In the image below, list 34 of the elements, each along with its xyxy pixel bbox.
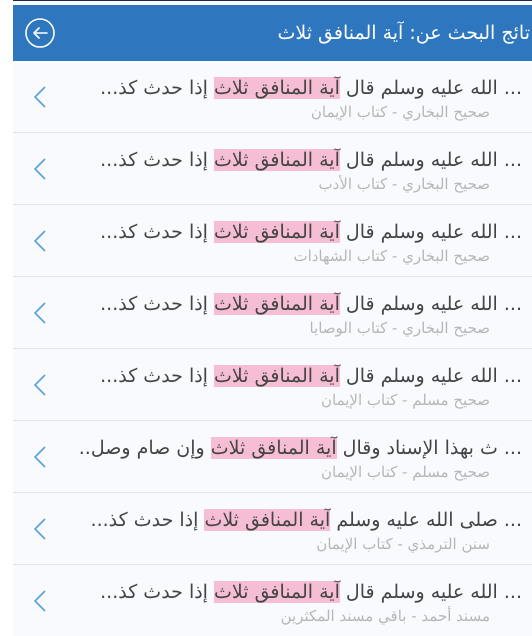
result-item[interactable]: ... الله عليه وسلم قال آية المنافق ثلاث إذا حدث كذ... صحيح مسلم - كتاب الإيمان <box>13 349 532 421</box>
result-snippet: ... الله عليه وسلم قال آية المنافق ثلاث إذا حدث كذ... <box>100 147 522 173</box>
result-item[interactable]: ... الله عليه وسلم قال آية المنافق ثلاث إذا حدث كذ... صحيح البخاري - كتاب الإيمان <box>13 61 532 133</box>
back-button[interactable] <box>24 17 56 49</box>
result-item[interactable]: ... الله عليه وسلم قال آية المنافق ثلاث إذا حدث كذ... مسند أحمد - باقي مسند المكثرين <box>13 565 532 636</box>
chevron-icon <box>34 158 46 180</box>
result-source: سنن الترمذي - كتاب الإيمان <box>316 534 490 552</box>
chevron-icon <box>34 302 46 324</box>
result-source: صحيح البخاري - كتاب الأدب <box>318 174 490 192</box>
result-item[interactable]: ... صلى الله عليه وسلم آية المنافق ثلاث إذا حدث كذ... سنن الترمذي - كتاب الإيمان <box>13 493 532 565</box>
result-snippet: ... الله عليه وسلم قال آية المنافق ثلاث إذا حدث كذ... <box>100 219 522 245</box>
result-source: صحيح البخاري - كتاب الوصايا <box>309 318 490 336</box>
result-source: صحيح مسلم - كتاب الإيمان <box>321 462 490 480</box>
page-title: تائج البحث عن: آية المنافق ثلاث <box>277 22 530 44</box>
result-source: صحيح مسلم - كتاب الإيمان <box>321 390 490 408</box>
chevron-icon <box>34 86 46 108</box>
result-snippet: ... الله عليه وسلم قال آية المنافق ثلاث إذا حدث كذ... <box>100 75 522 101</box>
result-source: صحيح البخاري - كتاب الإيمان <box>310 102 490 120</box>
result-item[interactable]: ... ث بهذا الإسناد وقال آية المنافق ثلاث وإن صام وصل.. صحيح مسلم - كتاب الإيمان <box>13 421 532 493</box>
result-item[interactable]: ... الله عليه وسلم قال آية المنافق ثلاث إذا حدث كذ... صحيح البخاري - كتاب الأدب <box>13 133 532 205</box>
result-snippet: ... الله عليه وسلم قال آية المنافق ثلاث إذا حدث كذ... <box>100 363 522 389</box>
result-item[interactable]: ... الله عليه وسلم قال آية المنافق ثلاث إذا حدث كذ... صحيح البخاري - كتاب الوصايا <box>13 277 532 349</box>
result-item[interactable]: ... الله عليه وسلم قال آية المنافق ثلاث إذا حدث كذ... صحيح البخاري - كتاب الشهادات <box>13 205 532 277</box>
chevron-icon <box>34 590 46 612</box>
result-source: صحيح البخاري - كتاب الشهادات <box>293 246 490 264</box>
chevron-icon <box>34 446 46 468</box>
result-snippet: ... صلى الله عليه وسلم آية المنافق ثلاث إذا حدث كذ... <box>90 507 522 533</box>
result-snippet: ... ث بهذا الإسناد وقال آية المنافق ثلاث وإن صام وصل.. <box>78 435 522 461</box>
result-source: مسند أحمد - باقي مسند المكثرين <box>280 606 490 624</box>
result-snippet: ... الله عليه وسلم قال آية المنافق ثلاث إذا حدث كذ... <box>100 291 522 317</box>
chevron-icon <box>34 518 46 540</box>
result-snippet: ... الله عليه وسلم قال آية المنافق ثلاث إذا حدث كذ... <box>100 579 522 605</box>
chevron-icon <box>34 230 46 252</box>
chevron-icon <box>34 374 46 396</box>
